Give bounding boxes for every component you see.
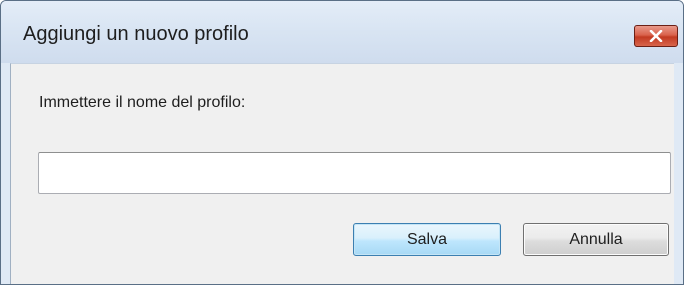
dialog-title: Aggiungi un nuovo profilo <box>23 23 249 45</box>
close-icon <box>649 30 663 42</box>
dialog-body: Immettere il nome del profilo: Salva Ann… <box>10 63 674 284</box>
save-button[interactable]: Salva <box>353 223 501 256</box>
close-button[interactable] <box>634 25 678 47</box>
add-profile-dialog: Aggiungi un nuovo profilo Immettere il n… <box>0 0 684 285</box>
profile-name-label: Immettere il nome del profilo: <box>39 94 246 111</box>
title-bar: Aggiungi un nuovo profilo <box>1 1 683 63</box>
cancel-button[interactable]: Annulla <box>523 223 669 256</box>
profile-name-input[interactable] <box>38 152 671 194</box>
